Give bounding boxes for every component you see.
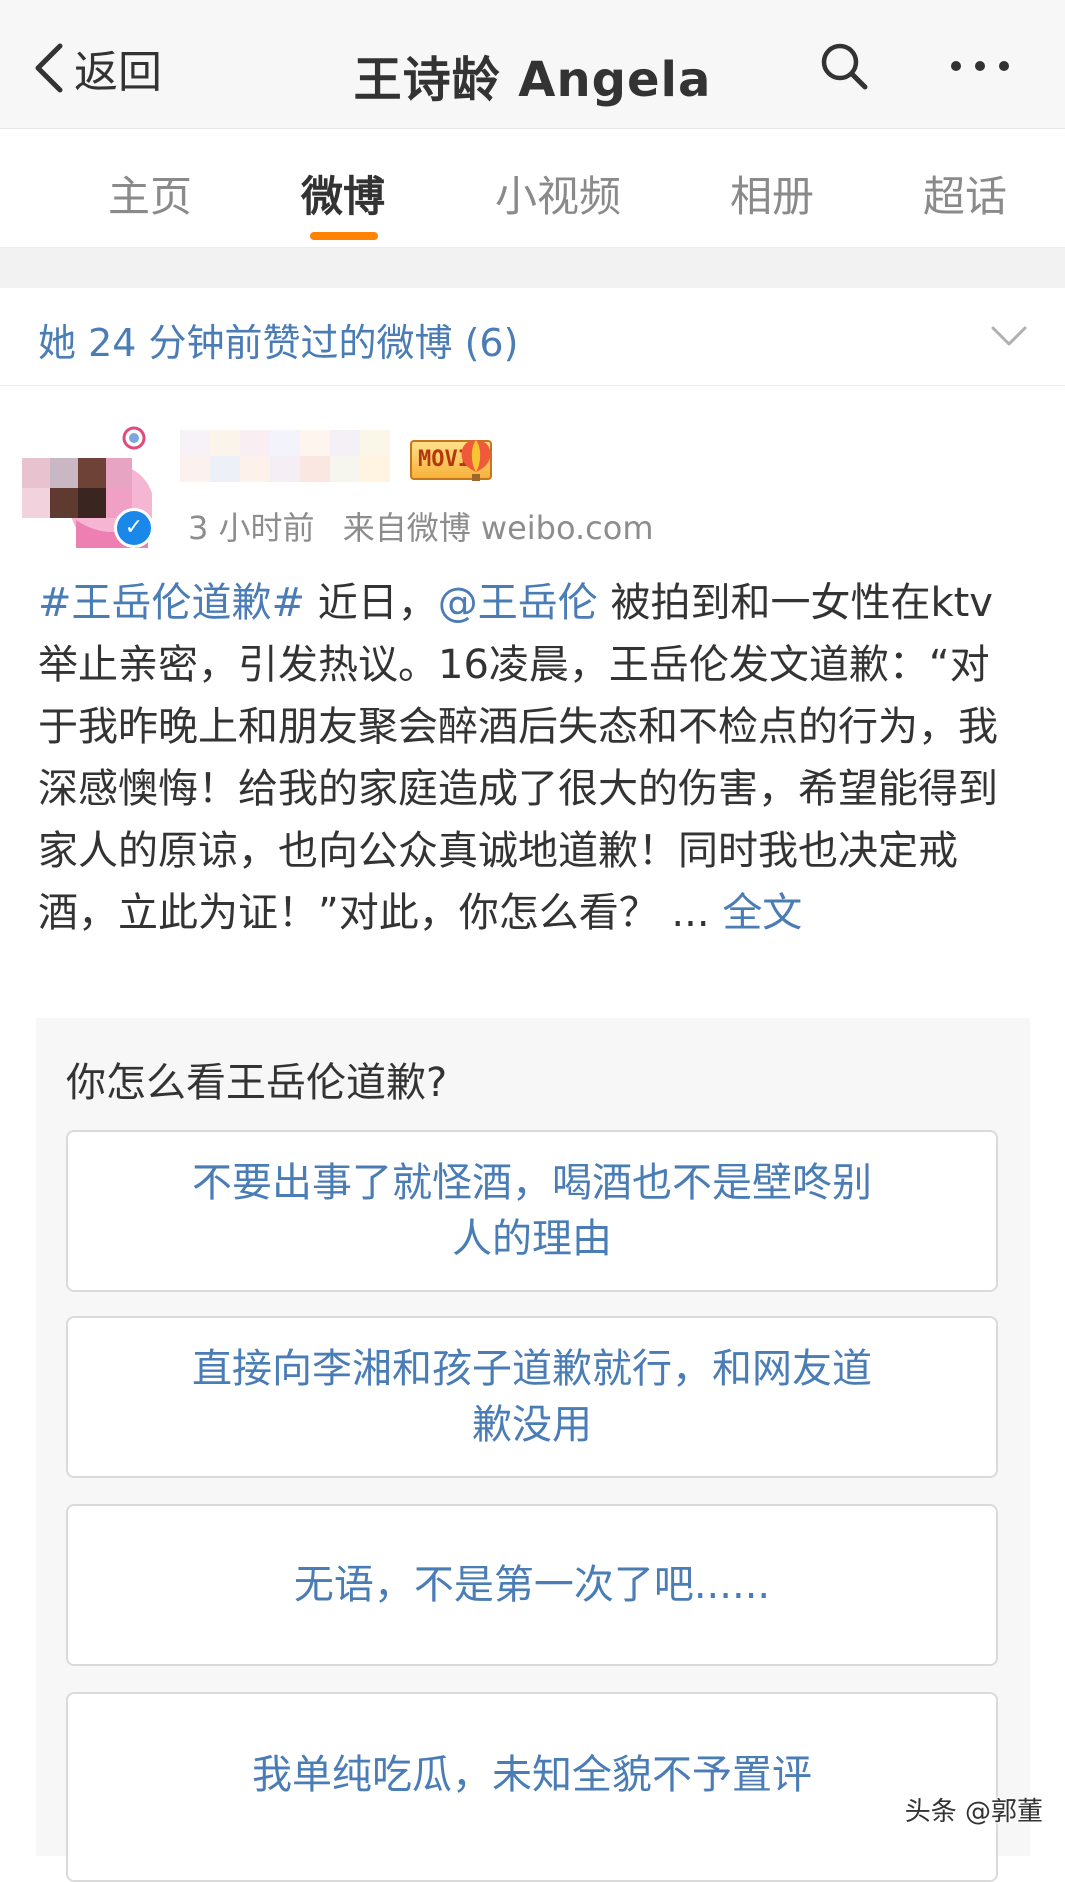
search-icon <box>821 43 868 90</box>
tab-videos[interactable]: 小视频 <box>495 163 621 224</box>
vote-option[interactable]: 我单纯吃瓜，未知全貌不予置评 <box>66 1692 998 1882</box>
vote-option-label: 我单纯吃瓜，未知全貌不予置评 <box>252 1752 812 1798</box>
tab-album[interactable]: 相册 <box>730 163 814 224</box>
blurred-username[interactable] <box>180 430 410 482</box>
post-text-part1: 近日， <box>305 580 438 626</box>
tab-home[interactable]: 主页 <box>108 163 192 224</box>
page-title: 王诗龄 Angela <box>353 52 712 108</box>
read-full-link[interactable]: 全文 <box>722 890 802 936</box>
search-button[interactable] <box>812 34 876 98</box>
vote-option-label: 直接向李湘和孩子道歉就行，和网友道歉没用 <box>192 1346 872 1448</box>
post-source[interactable]: 来自微博 weibo.com <box>343 509 654 547</box>
more-dots-icon <box>951 61 1009 71</box>
post-body: #王岳伦道歉# 近日，@王岳伦 被拍到和一女性在ktv举止亲密，引发热议。16凌… <box>38 572 1028 944</box>
liked-posts-text: 她 24 分钟前赞过的微博 (6) <box>38 321 519 365</box>
tab-super-topic[interactable]: 超话 <box>923 163 1007 224</box>
top-bar: 返回 王诗龄 Angela <box>0 0 1065 129</box>
watermark: 头条 @郭董 <box>904 1797 1043 1827</box>
vote-option[interactable]: 无语，不是第一次了吧...... <box>66 1504 998 1666</box>
post-text-part2: 被拍到和一女性在ktv举止亲密，引发热议。16凌晨，王岳伦发文道歉：“对于我昨晚… <box>38 580 998 936</box>
verified-badge-icon: ✓ <box>114 508 154 548</box>
vote-card: 你怎么看王岳伦道歉? 不要出事了就怪酒，喝酒也不是壁咚别人的理由 直接向李湘和孩… <box>36 1018 1030 1882</box>
vote-option-label: 无语，不是第一次了吧...... <box>293 1562 771 1608</box>
more-button[interactable] <box>945 34 1015 98</box>
vote-question: 你怎么看王岳伦道歉? <box>66 1060 448 1106</box>
active-tab-indicator <box>310 232 378 240</box>
vote-option[interactable]: 不要出事了就怪酒，喝酒也不是壁咚别人的理由 <box>66 1130 998 1292</box>
vote-option[interactable]: 直接向李湘和孩子道歉就行，和网友道歉没用 <box>66 1316 998 1478</box>
chevron-down-icon <box>991 326 1027 346</box>
hashtag-link[interactable]: #王岳伦道歉# <box>38 580 305 626</box>
tab-weibo[interactable]: 微博 <box>301 163 385 224</box>
post-time: 3 小时前 <box>188 509 315 547</box>
vote-option-label: 不要出事了就怪酒，喝酒也不是壁咚别人的理由 <box>192 1160 872 1262</box>
profile-tabs: 主页 微博 小视频 相册 超话 <box>0 129 1065 248</box>
section-divider <box>0 248 1065 288</box>
post-meta: 3 小时前 来自微博 weibo.com <box>188 503 654 549</box>
mention-link[interactable]: @王岳伦 <box>438 580 598 626</box>
liked-posts-banner[interactable]: 她 24 分钟前赞过的微博 (6) <box>0 288 1065 386</box>
balloon-badge-icon <box>461 440 491 481</box>
